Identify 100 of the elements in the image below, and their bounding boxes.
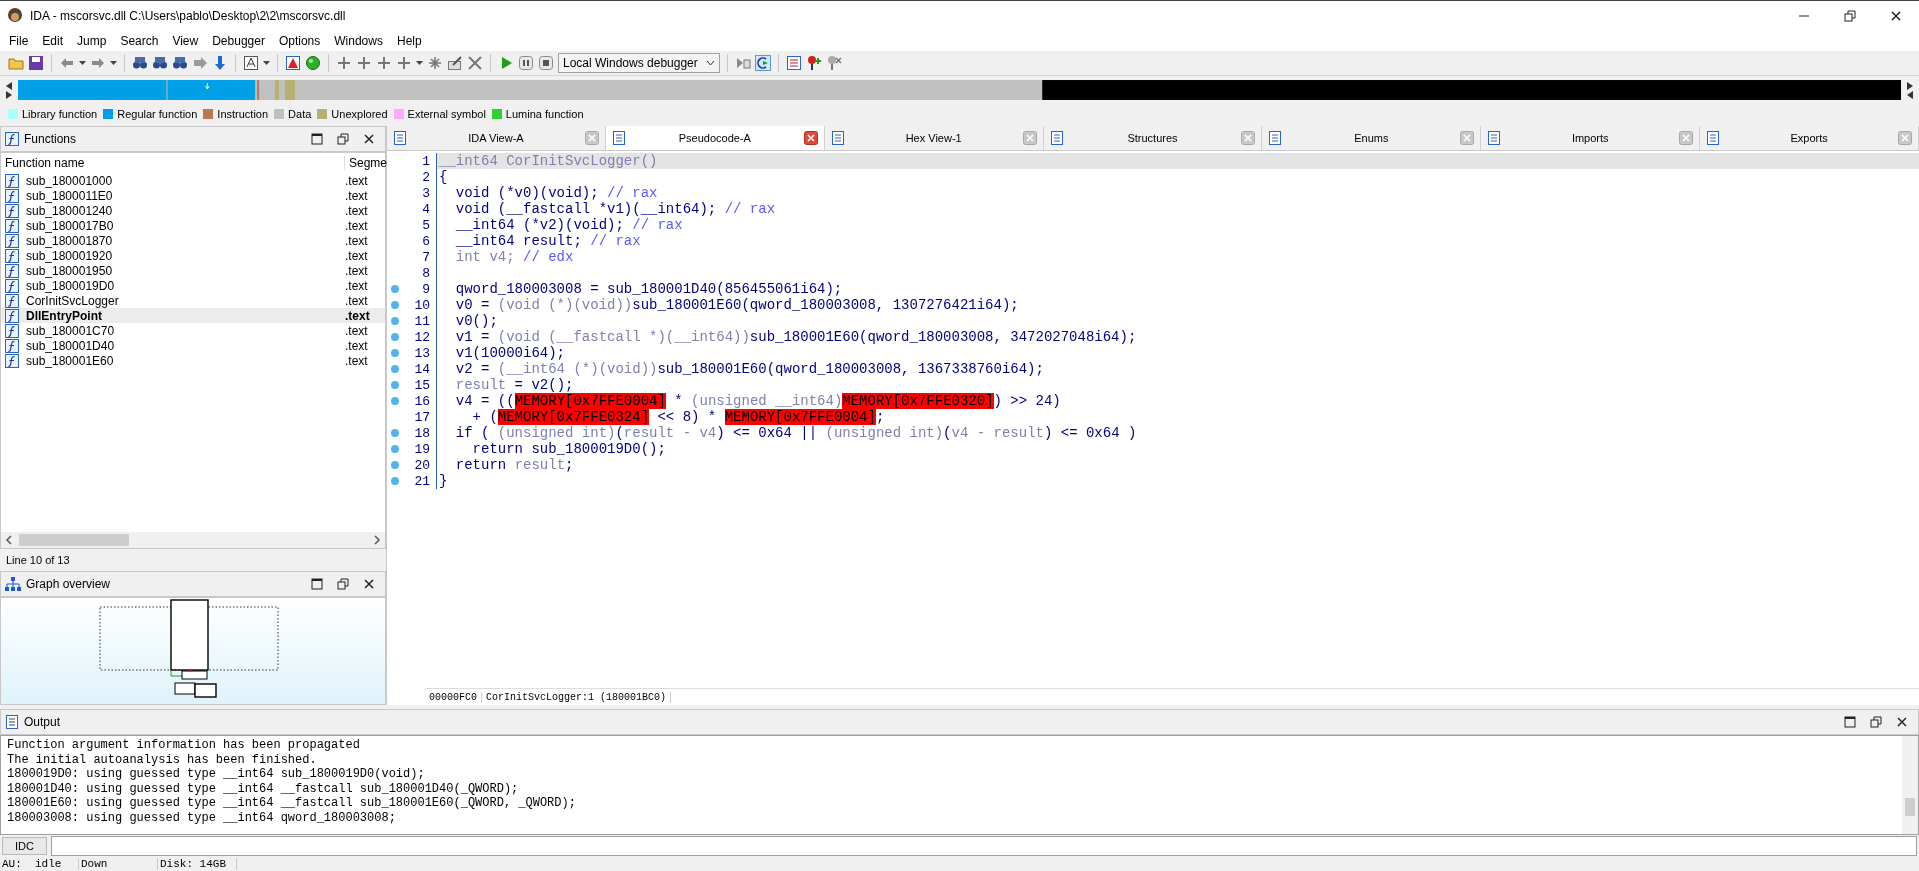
function-row[interactable]: sub_180001920 .text bbox=[1, 248, 385, 263]
function-row[interactable]: sub_180001E60 .text bbox=[1, 353, 385, 368]
code-text: result - v4 bbox=[623, 425, 717, 441]
menu-item[interactable]: File bbox=[2, 34, 36, 48]
restore-icon[interactable] bbox=[337, 133, 349, 145]
view-tab[interactable]: Pseudocode-A bbox=[605, 126, 825, 150]
segment-name: .text bbox=[345, 263, 369, 278]
scroll-arrows-icon[interactable] bbox=[1905, 80, 1915, 100]
function-row[interactable]: DllEntryPoint .text bbox=[1, 308, 385, 323]
maximize-icon[interactable] bbox=[311, 133, 323, 145]
stop-icon[interactable] bbox=[538, 55, 554, 71]
breakpoint-marker[interactable] bbox=[391, 285, 399, 293]
function-row[interactable]: sub_180001D40 .text bbox=[1, 338, 385, 353]
menu-item[interactable]: Options bbox=[271, 34, 328, 48]
pin-icon[interactable] bbox=[805, 55, 822, 71]
code-text: result bbox=[514, 457, 566, 473]
close-icon[interactable] bbox=[363, 133, 375, 145]
menu-item[interactable]: Debugger bbox=[205, 34, 272, 48]
tool-icon[interactable] bbox=[825, 55, 842, 71]
document-icon bbox=[611, 131, 626, 145]
binoculars-icon[interactable] bbox=[132, 55, 148, 71]
down-arrow-icon[interactable] bbox=[212, 55, 228, 71]
function-row[interactable]: CorInitSvcLogger .text bbox=[1, 293, 385, 308]
menu-item[interactable]: Jump bbox=[70, 34, 114, 48]
function-row[interactable]: sub_180001950 .text bbox=[1, 263, 385, 278]
function-row[interactable]: sub_1800019D0 .text bbox=[1, 278, 385, 293]
line-number: 16 bbox=[414, 393, 430, 409]
output-line: Function argument information has been propagated bbox=[7, 738, 361, 753]
plus-icon[interactable] bbox=[396, 55, 412, 71]
binoculars-icon[interactable] bbox=[172, 55, 188, 71]
function-row[interactable]: sub_180001870 .text bbox=[1, 233, 385, 248]
function-name: sub_1800019D0 bbox=[25, 278, 116, 293]
menu-item[interactable]: Search bbox=[113, 34, 166, 48]
code-text: void (__fastcall *v1)(__int64); bbox=[454, 201, 718, 217]
maximize-icon[interactable] bbox=[311, 578, 323, 590]
segment-name: .text bbox=[345, 308, 371, 323]
restore-icon[interactable] bbox=[1844, 10, 1856, 22]
restore-icon[interactable] bbox=[1870, 716, 1882, 728]
menu-item[interactable]: Windows bbox=[327, 34, 390, 48]
breakpoint-marker[interactable] bbox=[391, 429, 399, 437]
code-text: } bbox=[439, 473, 448, 489]
delete-icon[interactable] bbox=[467, 55, 483, 71]
orb-icon[interactable] bbox=[305, 55, 321, 71]
status-text: Down bbox=[79, 858, 158, 870]
close-icon[interactable] bbox=[363, 578, 375, 590]
column-header[interactable]: Function name bbox=[1, 156, 345, 170]
breakpoint-marker[interactable] bbox=[391, 381, 399, 389]
list-icon[interactable] bbox=[785, 55, 802, 71]
tab-close-icon[interactable] bbox=[803, 131, 818, 145]
font-icon[interactable] bbox=[243, 55, 259, 71]
breakpoint-marker[interactable] bbox=[391, 317, 399, 325]
warning-icon[interactable] bbox=[285, 55, 301, 71]
close-icon[interactable] bbox=[1890, 10, 1902, 22]
function-icon bbox=[5, 248, 19, 263]
asterisk-icon[interactable] bbox=[427, 55, 443, 71]
horizontal-scrollbar[interactable] bbox=[1, 532, 385, 548]
debugger-select[interactable]: Local Windows debugger bbox=[558, 53, 720, 73]
vertical-scrollbar[interactable] bbox=[1902, 736, 1918, 834]
function-row[interactable]: sub_180001000 .text bbox=[1, 173, 385, 188]
function-name: CorInitSvcLogger bbox=[25, 293, 120, 308]
restore-icon[interactable] bbox=[337, 578, 349, 590]
function-row[interactable]: sub_180001C70 .text bbox=[1, 323, 385, 338]
command-input[interactable] bbox=[50, 836, 1917, 856]
document-icon bbox=[393, 131, 407, 145]
close-icon[interactable] bbox=[1896, 716, 1908, 728]
code-text: (unsigned __int64) bbox=[691, 393, 843, 409]
function-row[interactable]: sub_1800011E0 .text bbox=[1, 188, 385, 203]
function-row[interactable]: sub_1800017B0 .text bbox=[1, 218, 385, 233]
breakpoint-marker[interactable] bbox=[391, 397, 399, 405]
binoculars-icon[interactable] bbox=[152, 55, 168, 71]
language-button[interactable]: IDC bbox=[2, 837, 47, 855]
menu-item[interactable]: View bbox=[165, 34, 206, 48]
document-icon bbox=[830, 131, 845, 145]
panel-title: Functions bbox=[24, 132, 78, 146]
code-text: v2 = bbox=[454, 361, 491, 377]
scroll-arrows-icon[interactable] bbox=[4, 80, 14, 100]
function-row[interactable]: sub_180001240 .text bbox=[1, 203, 385, 218]
breakpoint-marker[interactable] bbox=[391, 477, 399, 485]
column-header[interactable]: Segme bbox=[345, 156, 385, 170]
edit-icon[interactable] bbox=[447, 55, 463, 71]
output-line: 180001D40: using guessed type __int64 __fastcall sub_180001D40(_QWORD); bbox=[7, 781, 520, 796]
plus-icon[interactable] bbox=[356, 55, 372, 71]
save-icon[interactable] bbox=[28, 55, 44, 71]
legend-label: Lumina function bbox=[505, 108, 584, 120]
breakpoint-marker[interactable] bbox=[391, 333, 399, 341]
line-number: 4 bbox=[422, 201, 430, 217]
plus-icon[interactable] bbox=[336, 55, 352, 71]
pause-icon[interactable] bbox=[518, 55, 534, 71]
navigation-band[interactable] bbox=[17, 80, 1902, 100]
breakpoint-marker[interactable] bbox=[391, 365, 399, 373]
step-icon[interactable] bbox=[754, 55, 771, 71]
menu-item[interactable]: Help bbox=[389, 34, 429, 48]
breakpoint-marker[interactable] bbox=[391, 301, 399, 309]
breakpoint-marker[interactable] bbox=[391, 445, 399, 453]
menu-item[interactable]: Edit bbox=[35, 34, 71, 48]
plus-icon[interactable] bbox=[376, 55, 392, 71]
breakpoint-marker[interactable] bbox=[391, 461, 399, 469]
maximize-icon[interactable] bbox=[1844, 716, 1856, 728]
breakpoint-marker[interactable] bbox=[391, 349, 399, 357]
code-text: ) <= 0x64 ) bbox=[1043, 425, 1137, 441]
